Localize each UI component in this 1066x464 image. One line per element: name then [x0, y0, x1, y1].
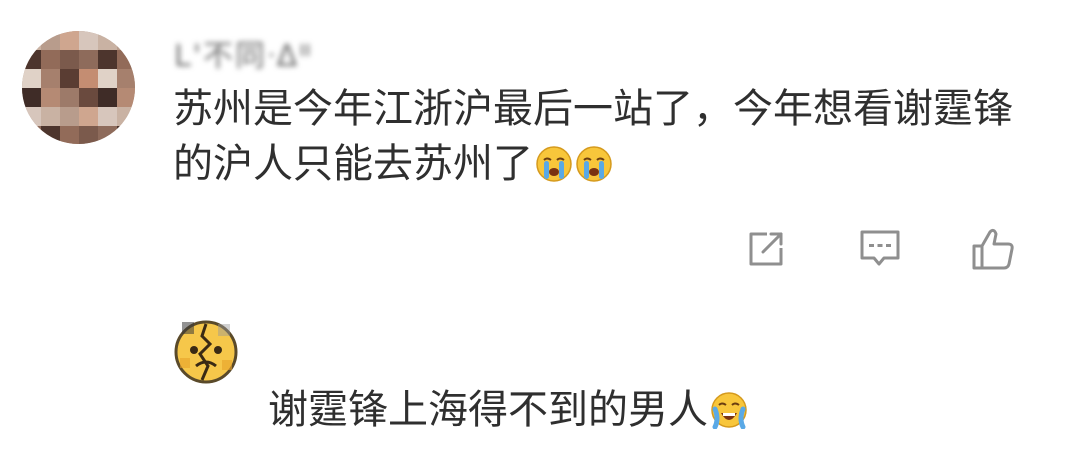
avatar-pixel: [98, 50, 117, 69]
avatar-pixel: [22, 50, 41, 69]
avatar-pixel: [98, 88, 117, 107]
reply-text: 谢霆锋上海得不到的男人: [268, 387, 708, 433]
avatar-pixel: [117, 31, 135, 50]
share-icon: [745, 228, 787, 270]
avatar-pixel: [79, 107, 98, 126]
cracked-emoji-avatar: [174, 320, 238, 384]
avatar-pixel: [79, 50, 98, 69]
share-button[interactable]: [743, 226, 789, 272]
avatar-pixel: [79, 31, 98, 50]
avatar-pixel: [117, 126, 135, 144]
comment-icon: [858, 228, 902, 270]
crying-face-icon: [575, 143, 613, 182]
avatar-pixel: [60, 69, 79, 88]
avatar-pixel: [22, 88, 41, 107]
avatar-pixel: [41, 126, 60, 144]
comment-body: 苏州是今年江浙沪最后一站了，今年想看谢霆锋的沪人只能去苏州了: [173, 82, 1033, 192]
avatar-pixel: [60, 107, 79, 126]
avatar-pixel: [79, 126, 98, 144]
avatar-pixel: [41, 31, 60, 50]
avatar-pixel: [60, 88, 79, 107]
commenter-avatar[interactable]: [22, 31, 135, 144]
avatar-pixel: [41, 107, 60, 126]
avatar-pixel: [41, 69, 60, 88]
avatar-pixel: [117, 50, 135, 69]
comment-button[interactable]: [857, 226, 903, 272]
avatar-pixel: [79, 69, 98, 88]
commenter-username[interactable]: ᒪ'不同ᐧᐃᐦ: [174, 34, 313, 74]
thumbs-up-icon: [970, 226, 1016, 272]
avatar-pixel: [98, 107, 117, 126]
avatar-pixel: [98, 69, 117, 88]
reply-body: 谢霆锋上海得不到的男人: [268, 383, 748, 438]
avatar-pixel: [60, 50, 79, 69]
reply-avatar[interactable]: [172, 318, 240, 386]
avatar-pixel: [117, 69, 135, 88]
avatar-pixel: [98, 126, 117, 144]
avatar-pixel: [79, 88, 98, 107]
avatar-pixel: [22, 69, 41, 88]
avatar-pixel: [60, 31, 79, 50]
avatar-pixel: [41, 88, 60, 107]
avatar-pixel: [22, 107, 41, 126]
avatar-pixel: [117, 88, 135, 107]
username-text: ᒪ'不同ᐧᐃᐦ: [174, 39, 313, 74]
avatar-pixel: [22, 31, 41, 50]
like-button[interactable]: [970, 226, 1016, 272]
avatar-pixel: [60, 126, 79, 144]
crying-face-icon: [535, 143, 573, 182]
avatar-pixel: [22, 126, 41, 144]
loudly-crying-face-icon: [710, 389, 748, 430]
avatar-pixel: [98, 31, 117, 50]
avatar-pixel: [41, 50, 60, 69]
avatar-pixel: [117, 107, 135, 126]
